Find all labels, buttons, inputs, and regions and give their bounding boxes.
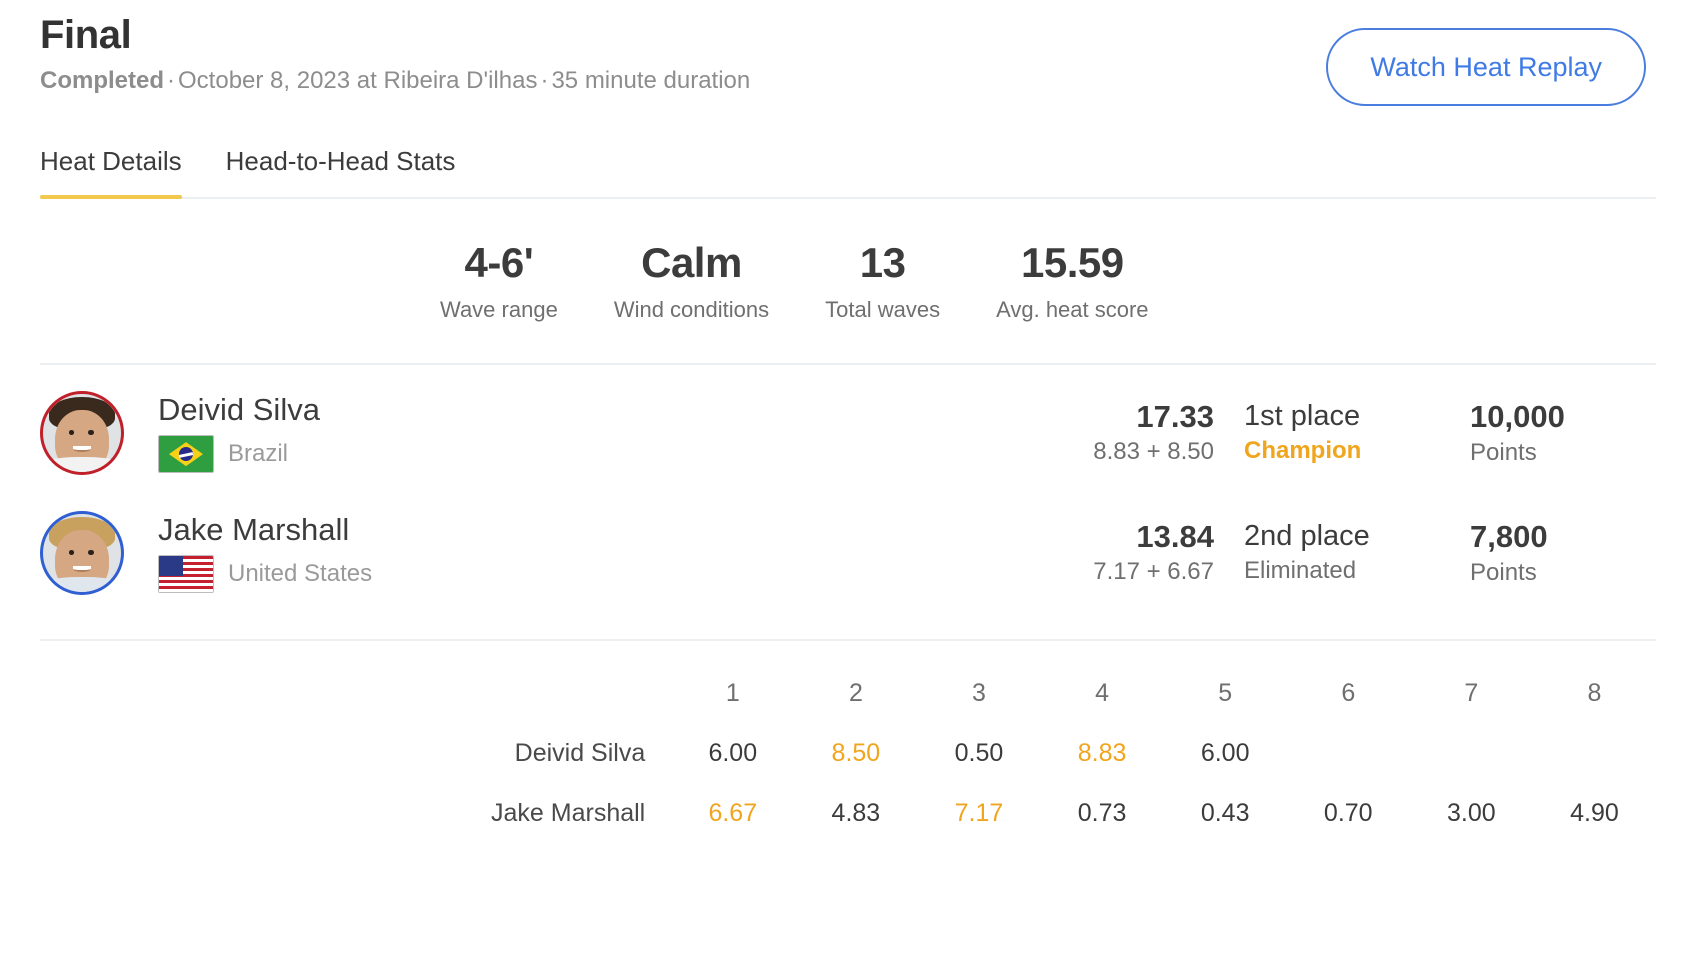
status-badge: Eliminated	[1244, 556, 1357, 584]
wave-score-cell: 0.50	[954, 738, 1004, 767]
heat-stats-row: 4-6' Wave range Calm Wind conditions 13 …	[40, 199, 1656, 366]
heat-detail-page: Final Completed · October 8, 2023 at Ribei…	[0, 0, 1696, 978]
country-label: United States	[228, 560, 373, 588]
wave-score-cell: 3.00	[1447, 798, 1496, 827]
surfer-identity: Deivid Silva Brazil	[158, 392, 718, 474]
table-header-row: 1 2 3 4 5 6 7 8	[40, 663, 1656, 723]
wave-score-cell: 4.83	[831, 798, 881, 827]
place-text: 2nd place	[1244, 520, 1370, 553]
surfer-country: United States	[158, 555, 718, 594]
heat-status: Completed	[40, 67, 165, 95]
points-label: Points	[1470, 558, 1537, 586]
wave-score-cell: 8.83	[1077, 738, 1127, 767]
stat-wind-conditions: Calm Wind conditions	[586, 239, 797, 323]
avatar	[40, 391, 124, 476]
place-block: 2nd place Eliminated	[1214, 520, 1470, 584]
points-block: 10,000 Points	[1470, 399, 1656, 466]
wave-score-cell: 0.70	[1323, 798, 1373, 827]
status-badge: Champion	[1244, 436, 1362, 464]
section-divider	[40, 639, 1656, 642]
wave-column-header: 6	[1341, 678, 1356, 707]
tab-heat-details[interactable]: Heat Details	[40, 146, 182, 199]
avatar-image	[43, 514, 121, 593]
surfer-results-list: Deivid Silva Brazil 17.33 8.83 + 8.50 1s	[40, 365, 1656, 613]
surfer-row[interactable]: Deivid Silva Brazil 17.33 8.83 + 8.50 1s	[40, 373, 1656, 493]
avatar-image	[43, 394, 121, 473]
wave-score-cell: 6.00	[708, 738, 758, 767]
table-row-label: Jake Marshall	[491, 798, 646, 827]
score-breakdown: 8.83 + 8.50	[1093, 437, 1214, 465]
wave-score-cell	[1287, 723, 1410, 783]
points-label: Points	[1470, 438, 1537, 466]
surfer-name: Jake Marshall	[158, 512, 350, 548]
avatar	[40, 511, 124, 596]
wave-score-cell: 0.43	[1200, 798, 1250, 827]
stat-wind-conditions-label: Wind conditions	[613, 297, 770, 323]
score-breakdown: 7.17 + 6.67	[1093, 557, 1214, 585]
wave-score-cell: 8.50	[831, 738, 881, 767]
wave-column-header: 4	[1095, 678, 1110, 707]
stat-total-waves-label: Total waves	[825, 297, 941, 323]
table-row-label: Deivid Silva	[514, 738, 646, 767]
wave-score-cell	[1410, 723, 1533, 783]
wave-column-header: 3	[972, 678, 986, 707]
surfer-score-group: 17.33 8.83 + 8.50 1st place Champion 10,…	[1034, 399, 1656, 466]
surfer-row[interactable]: Jake Marshall United States 13.84 7.17 +…	[40, 493, 1656, 613]
stat-wave-range-label: Wave range	[440, 297, 558, 323]
place-block: 1st place Champion	[1214, 400, 1470, 464]
heat-total-score: 17.33	[1136, 399, 1214, 435]
watch-heat-replay-button[interactable]: Watch Heat Replay	[1326, 28, 1646, 106]
stat-avg-heat-score: 15.59 Avg. heat score	[968, 239, 1176, 323]
wave-score-cell	[1533, 723, 1656, 783]
subtitle-separator-2: ·	[540, 67, 549, 95]
wave-column-header: 7	[1464, 678, 1479, 707]
heat-date-location: October 8, 2023 at Ribeira D'ilhas	[178, 67, 538, 95]
flag-united-states-icon	[158, 555, 214, 594]
stat-wave-range-value: 4-6'	[464, 239, 534, 286]
heat-subtitle: Completed · October 8, 2023 at Ribeira D'i…	[40, 67, 750, 95]
points-value: 7,800	[1470, 519, 1548, 555]
score-block: 17.33 8.83 + 8.50	[1034, 399, 1214, 465]
surfer-score-group: 13.84 7.17 + 6.67 2nd place Eliminated 7…	[1034, 519, 1656, 586]
stat-avg-heat-score-value: 15.59	[1021, 239, 1124, 286]
wave-column-header: 5	[1218, 678, 1233, 707]
stat-avg-heat-score-label: Avg. heat score	[996, 297, 1149, 323]
wave-score-cell: 6.00	[1200, 738, 1250, 767]
tab-head-to-head-stats[interactable]: Head-to-Head Stats	[226, 146, 456, 197]
score-block: 13.84 7.17 + 6.67	[1034, 519, 1214, 585]
wave-column-header: 8	[1587, 678, 1602, 707]
stat-total-waves-value: 13	[859, 239, 906, 286]
wave-scores-table: 1 2 3 4 5 6 7 8 Deivid Silva 6.00 8.50 0…	[40, 663, 1656, 843]
place-text: 1st place	[1244, 400, 1361, 433]
wave-column-header: 2	[848, 678, 863, 707]
wave-score-cell: 7.17	[954, 798, 1004, 827]
stat-total-waves: 13 Total waves	[797, 239, 968, 323]
page-title: Final	[40, 13, 132, 57]
wave-column-header: 1	[725, 678, 740, 707]
wave-score-cell: 6.67	[708, 798, 758, 827]
surfer-identity: Jake Marshall United States	[158, 512, 718, 594]
subtitle-separator-1: ·	[167, 67, 176, 95]
page-header: Final Completed · October 8, 2023 at Ribei…	[40, 0, 1656, 106]
tab-bar: Heat Details Head-to-Head Stats	[40, 146, 1656, 199]
wave-score-cell: 0.73	[1077, 798, 1127, 827]
heat-duration: 35 minute duration	[551, 67, 751, 95]
table-corner-cell	[40, 663, 671, 723]
surfer-country: Brazil	[158, 435, 718, 474]
stat-wind-conditions-value: Calm	[641, 239, 742, 286]
points-value: 10,000	[1470, 399, 1565, 435]
points-block: 7,800 Points	[1470, 519, 1656, 586]
surfer-name: Deivid Silva	[158, 392, 320, 428]
table-row: Deivid Silva 6.00 8.50 0.50 8.83 6.00	[40, 723, 1656, 783]
wave-score-cell: 4.90	[1570, 798, 1619, 827]
heat-total-score: 13.84	[1136, 519, 1214, 555]
country-label: Brazil	[228, 440, 289, 468]
stat-wave-range: 4-6' Wave range	[412, 239, 586, 323]
table-row: Jake Marshall 6.67 4.83 7.17 0.73 0.43 0…	[40, 783, 1656, 843]
header-left: Final Completed · October 8, 2023 at Ribei…	[40, 13, 750, 95]
flag-brazil-icon	[158, 435, 214, 474]
